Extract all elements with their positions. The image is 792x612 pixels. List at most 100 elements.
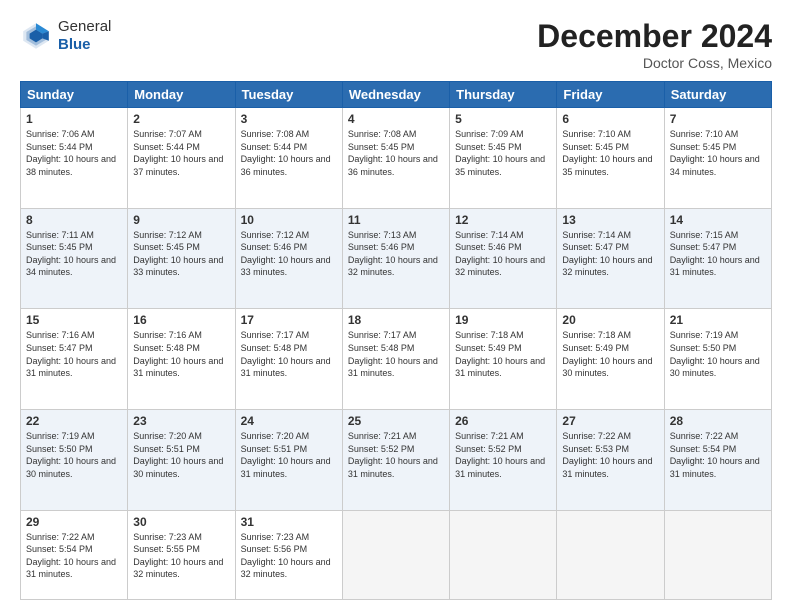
day-number: 4: [348, 112, 444, 126]
table-row: 5 Sunrise: 7:09 AMSunset: 5:45 PMDayligh…: [450, 108, 557, 209]
day-number: 23: [133, 414, 229, 428]
month-year: December 2024: [537, 18, 772, 55]
day-number: 31: [241, 515, 337, 529]
table-row: 8 Sunrise: 7:11 AMSunset: 5:45 PMDayligh…: [21, 208, 128, 309]
day-number: 17: [241, 313, 337, 327]
cell-info: Sunrise: 7:21 AMSunset: 5:52 PMDaylight:…: [455, 431, 545, 479]
table-row: 17 Sunrise: 7:17 AMSunset: 5:48 PMDaylig…: [235, 309, 342, 410]
table-row: 27 Sunrise: 7:22 AMSunset: 5:53 PMDaylig…: [557, 410, 664, 511]
col-friday: Friday: [557, 82, 664, 108]
cell-info: Sunrise: 7:12 AMSunset: 5:46 PMDaylight:…: [241, 230, 331, 278]
day-number: 8: [26, 213, 122, 227]
day-number: 18: [348, 313, 444, 327]
table-row: 25 Sunrise: 7:21 AMSunset: 5:52 PMDaylig…: [342, 410, 449, 511]
table-row: 31 Sunrise: 7:23 AMSunset: 5:56 PMDaylig…: [235, 510, 342, 599]
cell-info: Sunrise: 7:10 AMSunset: 5:45 PMDaylight:…: [562, 129, 652, 177]
calendar-week-3: 15 Sunrise: 7:16 AMSunset: 5:47 PMDaylig…: [21, 309, 772, 410]
col-thursday: Thursday: [450, 82, 557, 108]
table-row: 4 Sunrise: 7:08 AMSunset: 5:45 PMDayligh…: [342, 108, 449, 209]
cell-info: Sunrise: 7:16 AMSunset: 5:48 PMDaylight:…: [133, 330, 223, 378]
header: General Blue December 2024 Doctor Coss, …: [20, 18, 772, 71]
table-row: 2 Sunrise: 7:07 AMSunset: 5:44 PMDayligh…: [128, 108, 235, 209]
cell-info: Sunrise: 7:23 AMSunset: 5:55 PMDaylight:…: [133, 532, 223, 580]
cell-info: Sunrise: 7:19 AMSunset: 5:50 PMDaylight:…: [670, 330, 760, 378]
logo-text: General Blue: [58, 18, 111, 54]
calendar-table: Sunday Monday Tuesday Wednesday Thursday…: [20, 81, 772, 600]
table-row: 24 Sunrise: 7:20 AMSunset: 5:51 PMDaylig…: [235, 410, 342, 511]
table-row: [557, 510, 664, 599]
calendar-week-1: 1 Sunrise: 7:06 AMSunset: 5:44 PMDayligh…: [21, 108, 772, 209]
cell-info: Sunrise: 7:19 AMSunset: 5:50 PMDaylight:…: [26, 431, 116, 479]
day-number: 15: [26, 313, 122, 327]
day-number: 5: [455, 112, 551, 126]
cell-info: Sunrise: 7:12 AMSunset: 5:45 PMDaylight:…: [133, 230, 223, 278]
day-number: 13: [562, 213, 658, 227]
cell-info: Sunrise: 7:10 AMSunset: 5:45 PMDaylight:…: [670, 129, 760, 177]
col-wednesday: Wednesday: [342, 82, 449, 108]
table-row: 30 Sunrise: 7:23 AMSunset: 5:55 PMDaylig…: [128, 510, 235, 599]
table-row: 14 Sunrise: 7:15 AMSunset: 5:47 PMDaylig…: [664, 208, 771, 309]
day-number: 10: [241, 213, 337, 227]
cell-info: Sunrise: 7:20 AMSunset: 5:51 PMDaylight:…: [241, 431, 331, 479]
cell-info: Sunrise: 7:22 AMSunset: 5:54 PMDaylight:…: [26, 532, 116, 580]
table-row: 10 Sunrise: 7:12 AMSunset: 5:46 PMDaylig…: [235, 208, 342, 309]
table-row: 20 Sunrise: 7:18 AMSunset: 5:49 PMDaylig…: [557, 309, 664, 410]
table-row: 19 Sunrise: 7:18 AMSunset: 5:49 PMDaylig…: [450, 309, 557, 410]
day-number: 6: [562, 112, 658, 126]
col-saturday: Saturday: [664, 82, 771, 108]
table-row: 12 Sunrise: 7:14 AMSunset: 5:46 PMDaylig…: [450, 208, 557, 309]
day-number: 27: [562, 414, 658, 428]
cell-info: Sunrise: 7:14 AMSunset: 5:47 PMDaylight:…: [562, 230, 652, 278]
cell-info: Sunrise: 7:14 AMSunset: 5:46 PMDaylight:…: [455, 230, 545, 278]
cell-info: Sunrise: 7:23 AMSunset: 5:56 PMDaylight:…: [241, 532, 331, 580]
col-tuesday: Tuesday: [235, 82, 342, 108]
table-row: [342, 510, 449, 599]
cell-info: Sunrise: 7:22 AMSunset: 5:54 PMDaylight:…: [670, 431, 760, 479]
cell-info: Sunrise: 7:08 AMSunset: 5:45 PMDaylight:…: [348, 129, 438, 177]
day-number: 24: [241, 414, 337, 428]
day-number: 25: [348, 414, 444, 428]
cell-info: Sunrise: 7:09 AMSunset: 5:45 PMDaylight:…: [455, 129, 545, 177]
cell-info: Sunrise: 7:21 AMSunset: 5:52 PMDaylight:…: [348, 431, 438, 479]
cell-info: Sunrise: 7:16 AMSunset: 5:47 PMDaylight:…: [26, 330, 116, 378]
day-number: 3: [241, 112, 337, 126]
logo: General Blue: [20, 18, 111, 54]
table-row: 23 Sunrise: 7:20 AMSunset: 5:51 PMDaylig…: [128, 410, 235, 511]
page: General Blue December 2024 Doctor Coss, …: [0, 0, 792, 612]
table-row: 15 Sunrise: 7:16 AMSunset: 5:47 PMDaylig…: [21, 309, 128, 410]
cell-info: Sunrise: 7:08 AMSunset: 5:44 PMDaylight:…: [241, 129, 331, 177]
logo-icon: [20, 20, 52, 52]
header-row: Sunday Monday Tuesday Wednesday Thursday…: [21, 82, 772, 108]
day-number: 21: [670, 313, 766, 327]
table-row: 7 Sunrise: 7:10 AMSunset: 5:45 PMDayligh…: [664, 108, 771, 209]
table-row: 21 Sunrise: 7:19 AMSunset: 5:50 PMDaylig…: [664, 309, 771, 410]
day-number: 26: [455, 414, 551, 428]
day-number: 29: [26, 515, 122, 529]
cell-info: Sunrise: 7:20 AMSunset: 5:51 PMDaylight:…: [133, 431, 223, 479]
cell-info: Sunrise: 7:17 AMSunset: 5:48 PMDaylight:…: [348, 330, 438, 378]
table-row: 11 Sunrise: 7:13 AMSunset: 5:46 PMDaylig…: [342, 208, 449, 309]
day-number: 28: [670, 414, 766, 428]
day-number: 19: [455, 313, 551, 327]
calendar-week-5: 29 Sunrise: 7:22 AMSunset: 5:54 PMDaylig…: [21, 510, 772, 599]
table-row: [664, 510, 771, 599]
logo-general: General: [58, 18, 111, 35]
cell-info: Sunrise: 7:07 AMSunset: 5:44 PMDaylight:…: [133, 129, 223, 177]
day-number: 14: [670, 213, 766, 227]
day-number: 1: [26, 112, 122, 126]
table-row: 22 Sunrise: 7:19 AMSunset: 5:50 PMDaylig…: [21, 410, 128, 511]
cell-info: Sunrise: 7:18 AMSunset: 5:49 PMDaylight:…: [455, 330, 545, 378]
cell-info: Sunrise: 7:17 AMSunset: 5:48 PMDaylight:…: [241, 330, 331, 378]
day-number: 11: [348, 213, 444, 227]
table-row: 13 Sunrise: 7:14 AMSunset: 5:47 PMDaylig…: [557, 208, 664, 309]
cell-info: Sunrise: 7:18 AMSunset: 5:49 PMDaylight:…: [562, 330, 652, 378]
table-row: 28 Sunrise: 7:22 AMSunset: 5:54 PMDaylig…: [664, 410, 771, 511]
logo-blue: Blue: [58, 36, 91, 53]
table-row: 16 Sunrise: 7:16 AMSunset: 5:48 PMDaylig…: [128, 309, 235, 410]
table-row: 3 Sunrise: 7:08 AMSunset: 5:44 PMDayligh…: [235, 108, 342, 209]
col-monday: Monday: [128, 82, 235, 108]
table-row: 29 Sunrise: 7:22 AMSunset: 5:54 PMDaylig…: [21, 510, 128, 599]
day-number: 9: [133, 213, 229, 227]
location: Doctor Coss, Mexico: [537, 55, 772, 71]
cell-info: Sunrise: 7:11 AMSunset: 5:45 PMDaylight:…: [26, 230, 116, 278]
